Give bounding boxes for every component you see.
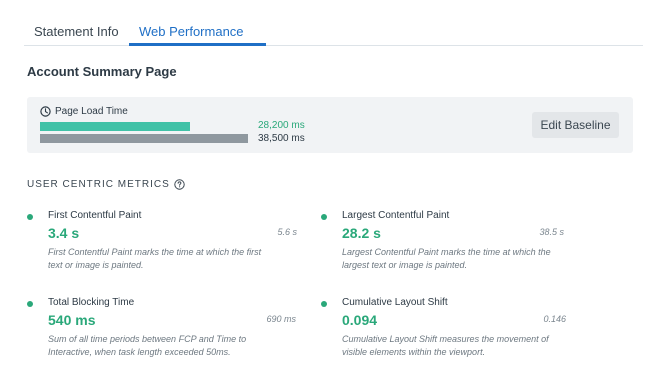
page-load-time-label: Page Load Time (55, 106, 128, 117)
metric-description: Cumulative Layout Shift measures the mov… (342, 334, 549, 357)
metric-name: First Contentful Paint (48, 210, 142, 221)
active-tab-indicator (129, 43, 266, 46)
metric-baseline-value: 38.5 s (539, 227, 564, 237)
metric-description: First Contentful Paint marks the time at… (48, 247, 262, 270)
metric-value: 0.094 (342, 312, 378, 328)
section-header: USER CENTRIC METRICS (27, 179, 185, 190)
baseline-load-time-value: 38,500 ms (258, 133, 305, 144)
metric-value: 28.2 s (342, 225, 381, 241)
metric-baseline-value: 0.146 (543, 314, 566, 324)
baseline-load-time-bar (40, 134, 248, 143)
metric-description: Sum of all time periods between FCP and … (48, 334, 247, 357)
current-load-time-bar (40, 122, 190, 131)
metric-name: Largest Contentful Paint (342, 210, 450, 221)
web-performance-panel: Statement Info Web Performance Account S… (0, 0, 647, 391)
clock-icon (40, 106, 51, 117)
metric-value: 3.4 s (48, 225, 80, 241)
tab-statement-info[interactable]: Statement Info (34, 24, 119, 39)
metric-baseline-value: 690 ms (266, 314, 296, 324)
help-circle-icon[interactable] (174, 179, 185, 190)
section-header-label: USER CENTRIC METRICS (27, 179, 170, 190)
tab-web-performance[interactable]: Web Performance (139, 24, 244, 39)
page-load-time-header: Page Load Time (40, 106, 128, 117)
page-load-time-panel: Page Load Time 28,200 ms 38,500 ms Edit … (27, 97, 633, 153)
status-dot-icon (27, 214, 33, 220)
status-dot-icon (321, 214, 327, 220)
metric-value: 540 ms (48, 312, 96, 328)
tab-bar: Statement Info Web Performance (24, 0, 643, 46)
metric-name: Total Blocking Time (48, 297, 135, 308)
edit-baseline-button[interactable]: Edit Baseline (532, 112, 619, 138)
metric-description: Largest Contentful Paint marks the time … (342, 247, 551, 270)
status-dot-icon (27, 301, 33, 307)
page-title: Account Summary Page (27, 64, 177, 79)
metric-baseline-value: 5.6 s (277, 227, 297, 237)
status-dot-icon (321, 301, 327, 307)
current-load-time-value: 28,200 ms (258, 120, 305, 131)
metric-name: Cumulative Layout Shift (342, 297, 448, 308)
